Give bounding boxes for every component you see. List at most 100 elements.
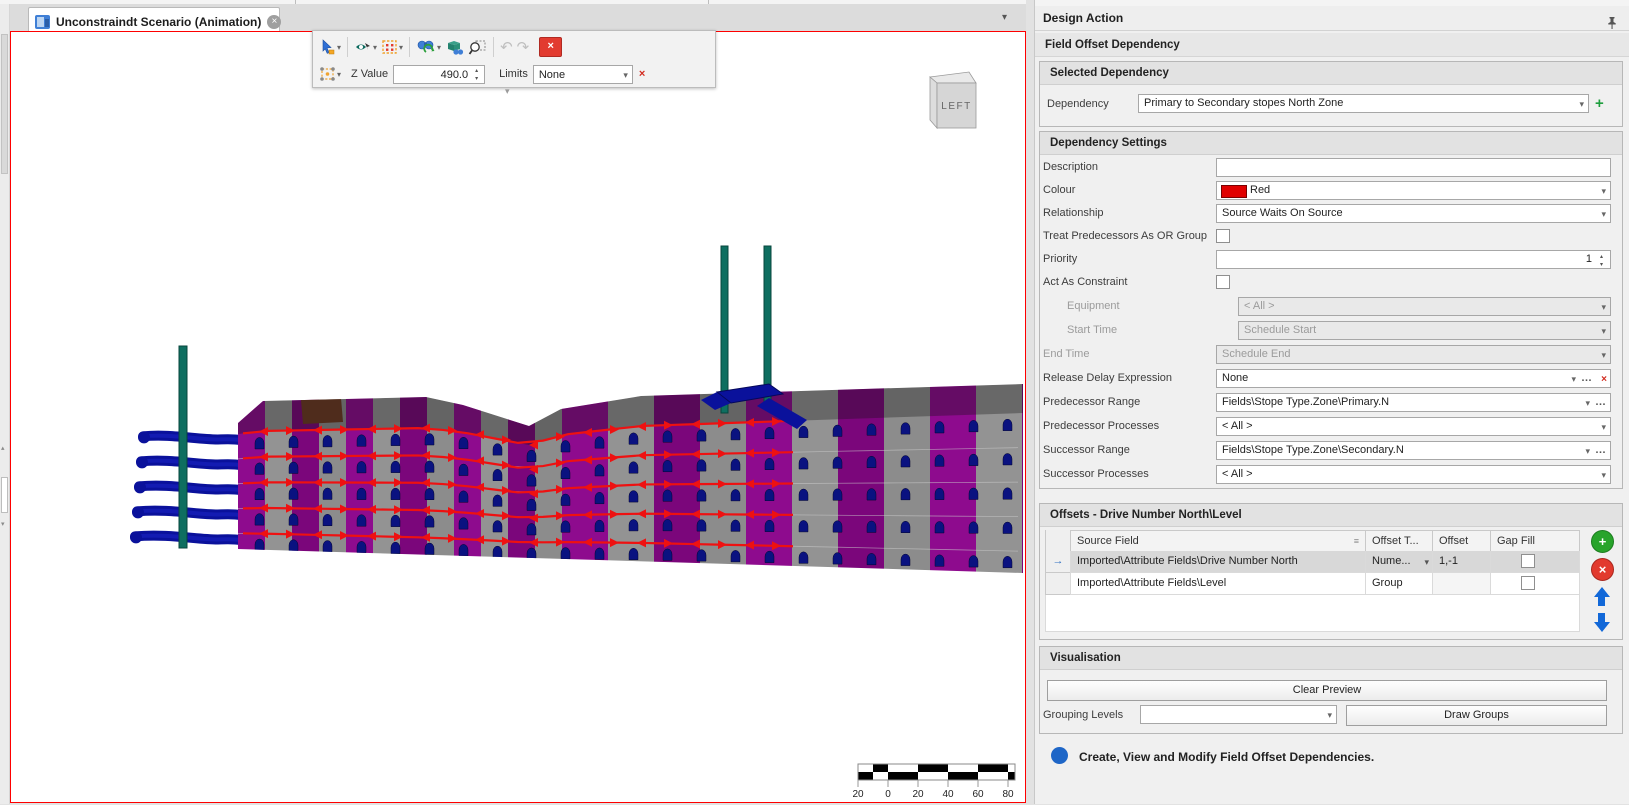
column-offset-type[interactable]: Offset T... bbox=[1365, 530, 1433, 552]
clear-icon[interactable]: × bbox=[1601, 371, 1607, 388]
offsets-title: Offsets - Drive Number North\Level bbox=[1050, 509, 1242, 521]
successor-processes-dropdown[interactable]: < All > ▾ bbox=[1216, 465, 1611, 484]
dependency-dropdown[interactable]: Primary to Secondary stopes North Zone ▾ bbox=[1138, 94, 1589, 113]
grouping-levels-label: Grouping Levels bbox=[1043, 706, 1123, 725]
add-dependency-button[interactable]: + bbox=[1595, 94, 1604, 113]
left-strip-box[interactable] bbox=[1, 477, 8, 513]
move-up-button[interactable] bbox=[1591, 586, 1612, 607]
release-delay-label: Release Delay Expression bbox=[1043, 369, 1172, 388]
chevron-down-icon[interactable]: ▾ bbox=[337, 43, 341, 52]
binoculars-refresh-icon bbox=[416, 39, 436, 56]
predecessor-range-dropdown[interactable]: Fields\Stope Type.Zone\Primary.N ▾ … bbox=[1216, 393, 1611, 412]
predecessor-processes-dropdown[interactable]: < All > ▾ bbox=[1216, 417, 1611, 436]
scroll-up-icon[interactable]: ▴ bbox=[1, 444, 5, 452]
dependency-settings-title: Dependency Settings bbox=[1050, 137, 1167, 149]
limits-label: Limits bbox=[499, 68, 528, 80]
offset-row-gapfill[interactable] bbox=[1490, 573, 1580, 595]
add-offset-button[interactable]: + bbox=[1591, 530, 1614, 553]
colour-swatch bbox=[1221, 185, 1247, 198]
column-gap-fill[interactable]: Gap Fill bbox=[1490, 530, 1580, 552]
column-source-field[interactable]: Source Field ≡ bbox=[1070, 530, 1366, 552]
z-value-spinner[interactable]: ▴▾ bbox=[471, 67, 482, 83]
svg-text:20: 20 bbox=[912, 789, 924, 800]
act-as-constraint-checkbox[interactable] bbox=[1216, 275, 1230, 289]
section-header: Field Offset Dependency bbox=[1035, 33, 1629, 57]
chevron-down-icon[interactable]: ▾ bbox=[399, 43, 403, 52]
chevron-down-icon: ▾ bbox=[1601, 323, 1606, 340]
priority-input[interactable]: 1 ▴▾ bbox=[1216, 250, 1611, 269]
or-group-label: Treat Predecessors As OR Group bbox=[1043, 227, 1207, 246]
gap-fill-checkbox[interactable] bbox=[1521, 554, 1535, 568]
offset-row-type[interactable]: Group bbox=[1365, 573, 1433, 595]
ellipsis-icon[interactable]: … bbox=[1595, 394, 1606, 411]
footer-hint: Create, View and Modify Field Offset Dep… bbox=[1079, 750, 1374, 764]
tab-overflow-icon[interactable]: ▾ bbox=[1002, 12, 1007, 23]
current-row-arrow-icon: → bbox=[1053, 555, 1064, 567]
relationship-label: Relationship bbox=[1043, 204, 1104, 223]
chevron-down-icon: ▾ bbox=[1601, 347, 1606, 364]
zoom-selection-button[interactable] bbox=[466, 35, 489, 59]
toolbar-close-button[interactable]: × bbox=[539, 37, 562, 57]
toolbar-separator bbox=[347, 37, 348, 57]
release-delay-dropdown[interactable]: None ▾ … × bbox=[1216, 369, 1611, 388]
limits-clear-icon[interactable]: × bbox=[639, 68, 645, 80]
fence-select-button[interactable]: ▾ bbox=[379, 35, 405, 59]
offset-row-type-dropdown[interactable]: Nume... ▾ bbox=[1365, 551, 1433, 573]
column-offset[interactable]: Offset bbox=[1432, 530, 1491, 552]
relationship-dropdown[interactable]: Source Waits On Source ▾ bbox=[1216, 204, 1611, 223]
row-selector[interactable]: → bbox=[1045, 551, 1071, 573]
colour-dropdown[interactable]: Red ▾ bbox=[1216, 181, 1611, 200]
predecessor-range-label: Predecessor Range bbox=[1043, 393, 1140, 412]
chevron-down-icon[interactable]: ▾ bbox=[1424, 552, 1429, 572]
limits-dropdown[interactable]: None ▾ bbox=[533, 65, 633, 84]
chevron-down-icon[interactable]: ▾ bbox=[1585, 443, 1590, 460]
snap-mode-button[interactable]: ▾ bbox=[317, 62, 343, 86]
chevron-down-icon[interactable]: ▾ bbox=[373, 43, 377, 52]
select-tool-button[interactable]: ▾ bbox=[317, 35, 343, 59]
or-group-checkbox[interactable] bbox=[1216, 229, 1230, 243]
move-down-button[interactable] bbox=[1591, 612, 1612, 633]
chevron-down-icon: ▾ bbox=[1601, 183, 1606, 200]
visualisation-title: Visualisation bbox=[1050, 652, 1121, 664]
offset-row-offset[interactable]: 1,-1 bbox=[1432, 551, 1491, 573]
view-cube-left[interactable]: LEFT bbox=[930, 72, 976, 128]
offset-row-source[interactable]: Imported\Attribute Fields\Drive Number N… bbox=[1070, 551, 1366, 573]
chevron-down-icon[interactable]: ▾ bbox=[1585, 395, 1590, 412]
viewport-scene[interactable]: LEFT20020406080 bbox=[11, 32, 1025, 802]
grouping-levels-dropdown[interactable]: ▾ bbox=[1140, 705, 1337, 724]
clear-preview-button[interactable]: Clear Preview bbox=[1047, 680, 1607, 701]
pin-icon[interactable] bbox=[1606, 16, 1618, 30]
left-scrollbar[interactable]: ▴ ▾ bbox=[0, 4, 10, 804]
description-input[interactable] bbox=[1216, 158, 1611, 177]
left-scrollbar-thumb[interactable] bbox=[1, 34, 8, 174]
gap-fill-checkbox[interactable] bbox=[1521, 576, 1535, 590]
scroll-down-icon[interactable]: ▾ bbox=[1, 520, 5, 528]
row-selector[interactable] bbox=[1045, 573, 1071, 595]
successor-range-dropdown[interactable]: Fields\Stope Type.Zone\Secondary.N ▾ … bbox=[1216, 441, 1611, 460]
up-arrow-stem bbox=[1598, 597, 1605, 606]
view-filter-button[interactable]: ▾ bbox=[352, 35, 379, 59]
offset-row-gapfill[interactable] bbox=[1490, 551, 1580, 573]
chevron-down-icon: ▾ bbox=[1601, 467, 1606, 484]
toolbar-collapse-icon[interactable]: ▾ bbox=[505, 86, 510, 97]
start-time-label: Start Time bbox=[1067, 321, 1117, 340]
viewport-3d[interactable]: LEFT20020406080 bbox=[10, 31, 1026, 803]
draw-groups-button[interactable]: Draw Groups bbox=[1346, 705, 1607, 726]
redo-button[interactable]: ↷ bbox=[515, 35, 532, 59]
find-in-box-button[interactable] bbox=[443, 35, 466, 59]
chevron-down-icon[interactable]: ▾ bbox=[1571, 371, 1576, 388]
document-tab-bar: Unconstraindt Scenario (Animation) × bbox=[10, 4, 1026, 31]
ellipsis-icon[interactable]: … bbox=[1581, 370, 1592, 387]
tab-close-icon[interactable]: × bbox=[267, 15, 281, 29]
find-refresh-button[interactable]: ▾ bbox=[414, 35, 443, 59]
ellipsis-icon[interactable]: … bbox=[1595, 442, 1606, 459]
offset-row-offset[interactable] bbox=[1432, 573, 1491, 595]
chevron-down-icon[interactable]: ▾ bbox=[337, 70, 341, 79]
delete-offset-button[interactable]: × bbox=[1591, 558, 1614, 581]
chevron-down-icon[interactable]: ▾ bbox=[437, 43, 441, 52]
z-value-input[interactable]: 490.0 ▴▾ bbox=[393, 65, 485, 84]
equipment-label: Equipment bbox=[1067, 297, 1120, 316]
undo-button[interactable]: ↶ bbox=[498, 35, 515, 59]
offset-row-source[interactable]: Imported\Attribute Fields\Level bbox=[1070, 573, 1366, 595]
priority-spinner[interactable]: ▴▾ bbox=[1596, 253, 1607, 269]
